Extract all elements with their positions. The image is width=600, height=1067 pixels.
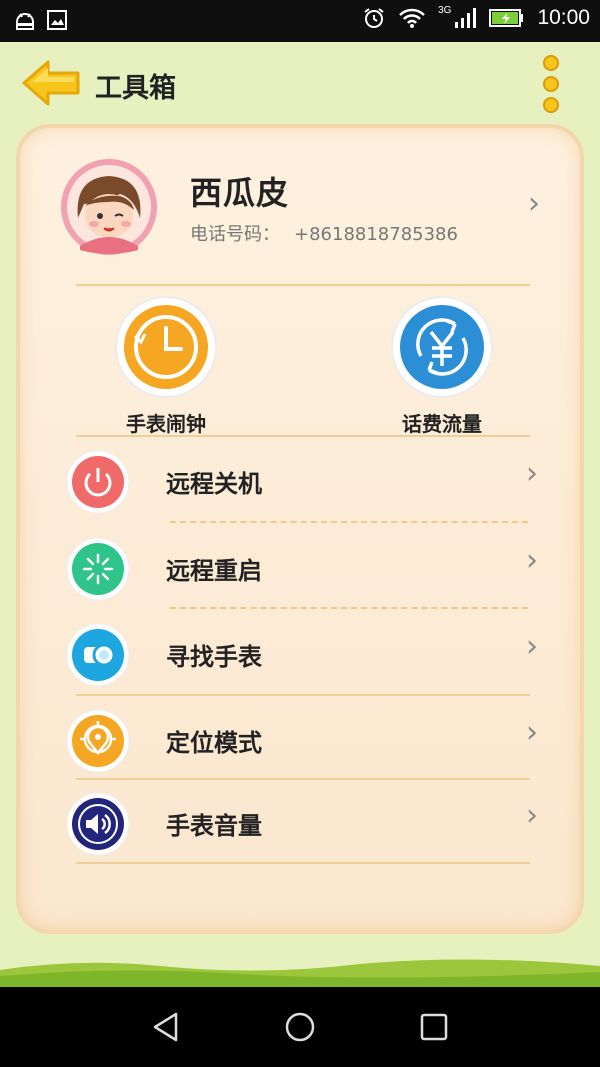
more-vertical-icon[interactable] [538, 54, 564, 114]
divider [76, 284, 530, 286]
watch-icon [66, 623, 130, 687]
dashed-divider [170, 607, 528, 609]
dashed-divider [170, 521, 528, 523]
divider [76, 435, 530, 437]
watch-volume-item[interactable]: 手表音量 › [66, 786, 538, 860]
wifi-icon [399, 8, 425, 28]
profile-name: 西瓜皮 [190, 174, 290, 212]
android-debug-icon [16, 13, 34, 30]
home-nav-icon[interactable] [284, 1011, 316, 1043]
remote-restart-label: 远程重启 [166, 557, 262, 585]
phone-row: 电话号码： +8618818785386 [190, 220, 458, 246]
alarm-clock-action[interactable]: 手表闹钟 [106, 296, 226, 437]
divider [76, 862, 530, 864]
chevron-right-icon: › [526, 798, 538, 833]
back-nav-icon[interactable] [150, 1011, 182, 1043]
recents-nav-icon[interactable] [418, 1011, 450, 1043]
header: 工具箱 [0, 42, 600, 126]
find-watch-label: 寻找手表 [166, 643, 262, 671]
phone-bill-action[interactable]: 话费流量 [382, 296, 502, 437]
phone-label: 电话号码： [190, 224, 280, 245]
chevron-right-icon: › [526, 715, 538, 750]
alarm-clock-icon [115, 296, 217, 398]
location-mode-item[interactable]: 定位模式 › [66, 703, 538, 777]
page-title: 工具箱 [95, 73, 176, 104]
watch-volume-label: 手表音量 [166, 812, 262, 840]
chevron-right-icon: › [526, 629, 538, 664]
phone-bill-label: 话费流量 [402, 412, 482, 436]
yuan-refresh-icon [391, 296, 493, 398]
network-type: 3G [438, 4, 452, 16]
volume-icon [66, 792, 130, 856]
avatar [61, 159, 157, 255]
chevron-right-icon: › [526, 456, 538, 491]
remote-shutdown-label: 远程关机 [166, 470, 262, 498]
arrow-left-icon[interactable] [20, 58, 82, 108]
find-watch-item[interactable]: 寻找手表 › [66, 617, 538, 691]
profile-row[interactable]: 西瓜皮 电话号码： +8618818785386 › [60, 158, 550, 268]
phone-number: +8618818785386 [294, 224, 458, 245]
screenshot-icon [47, 10, 67, 30]
divider [76, 694, 530, 696]
status-bar: 3G 10:00 [0, 0, 600, 42]
alarm-clock-label: 手表闹钟 [126, 412, 206, 436]
power-icon [66, 450, 130, 514]
location-target-icon [66, 709, 130, 773]
alarm-icon [364, 8, 384, 28]
divider [76, 778, 530, 780]
clock: 10:00 [537, 6, 590, 29]
remote-restart-item[interactable]: 远程重启 › [66, 531, 538, 605]
toolbox-card: 西瓜皮 电话号码： +8618818785386 › 手表闹钟 话费流量 远程关… [16, 124, 584, 934]
battery-charging-icon [489, 9, 524, 27]
remote-shutdown-item[interactable]: 远程关机 › [66, 444, 538, 518]
location-mode-label: 定位模式 [166, 729, 262, 757]
chevron-right-icon: › [528, 186, 540, 221]
chevron-right-icon: › [526, 543, 538, 578]
restart-icon [66, 537, 130, 601]
navigation-bar [0, 987, 600, 1067]
grass-decoration [0, 959, 600, 988]
signal-icon [455, 8, 477, 28]
